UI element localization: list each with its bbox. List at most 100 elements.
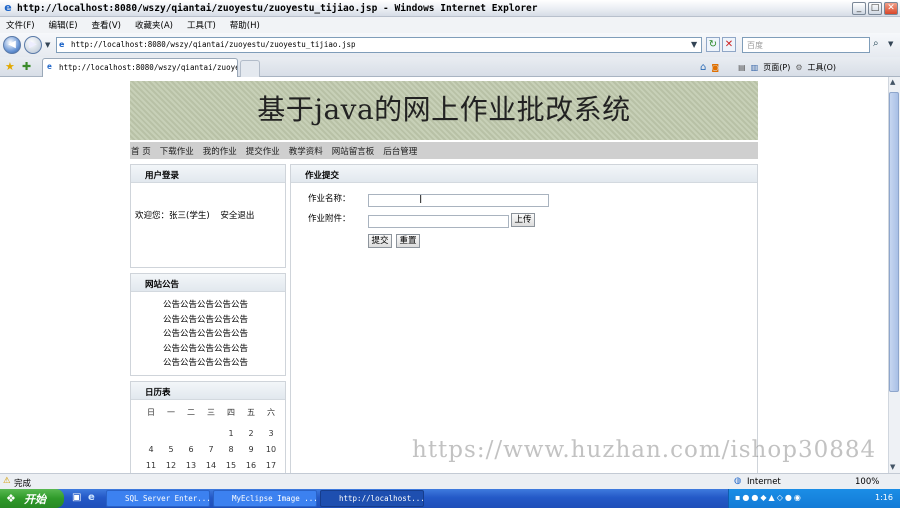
menu-edit[interactable]: 编辑(E) [49, 19, 78, 31]
notice-item[interactable]: 公告公告公告公告公告 [163, 313, 248, 328]
refresh-icon[interactable]: ↻ [706, 37, 720, 52]
zoom-level[interactable]: 100% [855, 477, 879, 487]
site-banner: 基于java的网上作业批改系统 [130, 81, 758, 140]
menu-tools[interactable]: 工具(T) [187, 19, 216, 31]
upload-button[interactable]: 上传 [511, 213, 535, 227]
calendar-day[interactable] [161, 429, 181, 438]
search-options-icon[interactable]: ▼ [888, 40, 893, 48]
history-dropdown-icon[interactable]: ▼ [45, 41, 50, 49]
window-controls: _ □ ✕ [852, 2, 898, 15]
tab-page-icon: e [47, 62, 52, 71]
internet-zone-icon: ◍ [734, 476, 742, 486]
weekday-label: 日 [147, 408, 155, 417]
calendar-day[interactable]: 2 [241, 429, 261, 438]
scroll-down-icon[interactable]: ▼ [890, 463, 895, 471]
status-bar: ⚠ 完成 ◍ Internet 100% [0, 473, 900, 489]
add-favorite-icon[interactable]: ✚ [22, 60, 31, 73]
nav-submit-homework[interactable]: 提交作业 [246, 145, 280, 157]
calendar-day[interactable] [141, 429, 161, 438]
calendar-day[interactable]: 10 [261, 445, 281, 454]
logout-link[interactable]: 安全退出 [220, 211, 254, 221]
submit-homework-panel: 作业提交 作业名称： 作业附件： 上传 提交 重置 I [290, 164, 758, 473]
warning-icon: ⚠ [3, 476, 11, 486]
calendar-week: 4 5 6 7 8 9 10 [141, 445, 281, 454]
nav-download-homework[interactable]: 下载作业 [160, 145, 194, 157]
calendar-day[interactable]: 1 [221, 429, 241, 438]
calendar-day[interactable]: 14 [201, 461, 221, 470]
calendar-week: 11 12 13 14 15 16 17 [141, 461, 281, 470]
calendar-day[interactable]: 15 [221, 461, 241, 470]
menu-view[interactable]: 查看(V) [92, 19, 121, 31]
weekday-label: 三 [207, 408, 215, 417]
nav-teaching-materials[interactable]: 教学资料 [289, 145, 323, 157]
feeds-icon[interactable]: ◙ [711, 63, 719, 72]
clock: 1:16 [875, 493, 893, 502]
tools-gear-icon: ⚙ [795, 62, 803, 72]
calendar-day[interactable]: 8 [221, 445, 241, 454]
homework-attachment-input[interactable] [368, 215, 509, 228]
homework-name-input[interactable] [368, 194, 549, 207]
calendar-day[interactable]: 17 [261, 461, 281, 470]
menu-file[interactable]: 文件(F) [6, 19, 35, 31]
back-button[interactable]: ◀ [3, 36, 21, 54]
reset-button[interactable]: 重置 [396, 234, 420, 248]
scroll-up-icon[interactable]: ▲ [890, 78, 895, 86]
calendar-day[interactable]: 6 [181, 445, 201, 454]
calendar-day[interactable]: 9 [241, 445, 261, 454]
calendar-day[interactable] [181, 429, 201, 438]
search-icon[interactable]: ⌕ [873, 38, 887, 52]
quicklaunch-desktop-icon[interactable]: ▣ [72, 492, 81, 503]
calendar-day[interactable]: 16 [241, 461, 261, 470]
ie-logo-icon: e [4, 1, 12, 14]
submit-button[interactable]: 提交 [368, 234, 392, 248]
calendar-day[interactable]: 12 [161, 461, 181, 470]
tray-icons[interactable]: ▪●●◆▲◇●◉ [735, 493, 803, 502]
address-input[interactable]: http://localhost:8080/wszy/qiantai/zuoye… [56, 37, 702, 53]
task-myeclipse[interactable]: MyEclipse Image ... [213, 490, 317, 507]
task-sql-server[interactable]: SQL Server Enter... [106, 490, 210, 507]
notice-item[interactable]: 公告公告公告公告公告 [163, 298, 248, 313]
status-text: 完成 [14, 479, 32, 489]
calendar-day[interactable] [201, 429, 221, 438]
maximize-button[interactable]: □ [868, 2, 882, 15]
close-button[interactable]: ✕ [884, 2, 898, 15]
nav-home[interactable]: 首 页 [131, 145, 151, 157]
command-bar: ⌂ ◙ ▤ ▥ 页面(P) ⚙ 工具(O) [700, 59, 836, 75]
forward-button[interactable]: ▶ [24, 36, 42, 54]
menu-favorites[interactable]: 收藏夹(A) [135, 19, 173, 31]
start-button[interactable]: ❖ 开始 [0, 489, 64, 508]
weekday-label: 五 [247, 408, 255, 417]
calendar-day[interactable]: 4 [141, 445, 161, 454]
nav-my-homework[interactable]: 我的作业 [203, 145, 237, 157]
notice-item[interactable]: 公告公告公告公告公告 [163, 342, 248, 357]
calendar-day[interactable]: 11 [141, 461, 161, 470]
stop-icon[interactable]: ✕ [722, 37, 736, 52]
tab-current[interactable]: e http://localhost:8080/wszy/qiantai/zuo… [42, 58, 238, 77]
calendar-day[interactable]: 7 [201, 445, 221, 454]
favorites-star-icon[interactable]: ★ [5, 60, 15, 73]
menu-bar: 文件(F) 编辑(E) 查看(V) 收藏夹(A) 工具(T) 帮助(H) [0, 17, 900, 33]
notice-item[interactable]: 公告公告公告公告公告 [163, 356, 248, 371]
task-ie-active[interactable]: http://localhost... [320, 490, 424, 507]
form-title: 作业提交 [291, 165, 757, 183]
new-tab-button[interactable] [240, 60, 260, 77]
weekday-label: 四 [227, 408, 235, 417]
address-dropdown-icon[interactable]: ▼ [691, 40, 697, 49]
page-menu[interactable]: 页面(P) [763, 62, 790, 73]
search-input[interactable]: 百度 [742, 37, 870, 53]
menu-help[interactable]: 帮助(H) [230, 19, 260, 31]
calendar-day[interactable]: 3 [261, 429, 281, 438]
window-title: http://localhost:8080/wszy/qiantai/zuoye… [17, 2, 538, 14]
tools-menu[interactable]: 工具(O) [808, 62, 837, 73]
nav-message-board[interactable]: 网站留言板 [332, 145, 375, 157]
quicklaunch-ie-icon[interactable]: e [88, 492, 95, 503]
notice-item[interactable]: 公告公告公告公告公告 [163, 327, 248, 342]
home-icon[interactable]: ⌂ [700, 62, 706, 73]
print-icon[interactable]: ▤ [738, 63, 746, 72]
page-viewport: 基于java的网上作业批改系统 首 页 下载作业 我的作业 提交作业 教学资料 … [0, 77, 888, 473]
scrollbar-thumb[interactable] [889, 92, 899, 392]
calendar-day[interactable]: 5 [161, 445, 181, 454]
minimize-button[interactable]: _ [852, 2, 866, 15]
nav-admin[interactable]: 后台管理 [383, 145, 417, 157]
calendar-day[interactable]: 13 [181, 461, 201, 470]
